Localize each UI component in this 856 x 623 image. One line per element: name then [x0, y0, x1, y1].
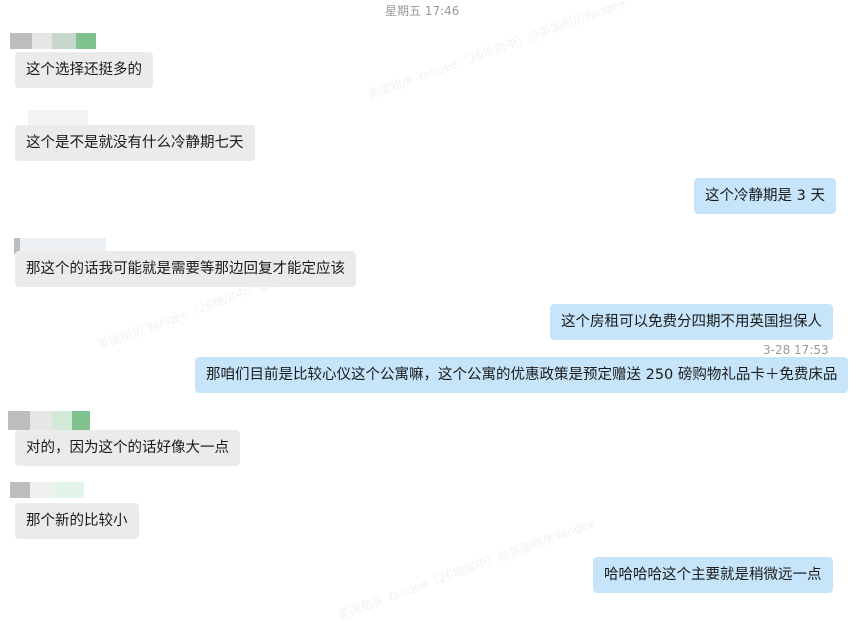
- sender-name-blurred: [28, 110, 88, 126]
- message-bubble: 对的，因为这个的话好像大一点: [15, 430, 240, 466]
- watermark: 英国租房 Yanqee（26地房中）@英国租房Yanqee: [336, 515, 598, 623]
- message-bubble: 哈哈哈哈这个主要就是稍微远一点: [593, 557, 833, 593]
- message-bubble: 那个新的比较小: [15, 503, 139, 539]
- message-bubble: 这个房租可以免费分四期不用英国担保人: [550, 304, 833, 340]
- sender-name-blurred: [8, 411, 90, 430]
- message-bubble: 那咱们目前是比较心仪这个公寓嘛，这个公寓的优惠政策是预定赠送 250 磅购物礼品…: [195, 357, 849, 393]
- message-bubble: 这个选择还挺多的: [15, 52, 153, 88]
- sender-name-blurred: [10, 33, 96, 49]
- message-bubble: 这个冷静期是 3 天: [694, 178, 836, 214]
- date-timestamp: 星期五 17:46: [385, 4, 460, 18]
- message-timestamp: 3-28 17:53: [763, 343, 829, 357]
- message-bubble: 那这个的话我可能就是需要等那边回复才能定应该: [15, 251, 356, 287]
- message-bubble: 这个是不是就没有什么冷静期七天: [15, 125, 255, 161]
- sender-name-blurred: [10, 482, 84, 498]
